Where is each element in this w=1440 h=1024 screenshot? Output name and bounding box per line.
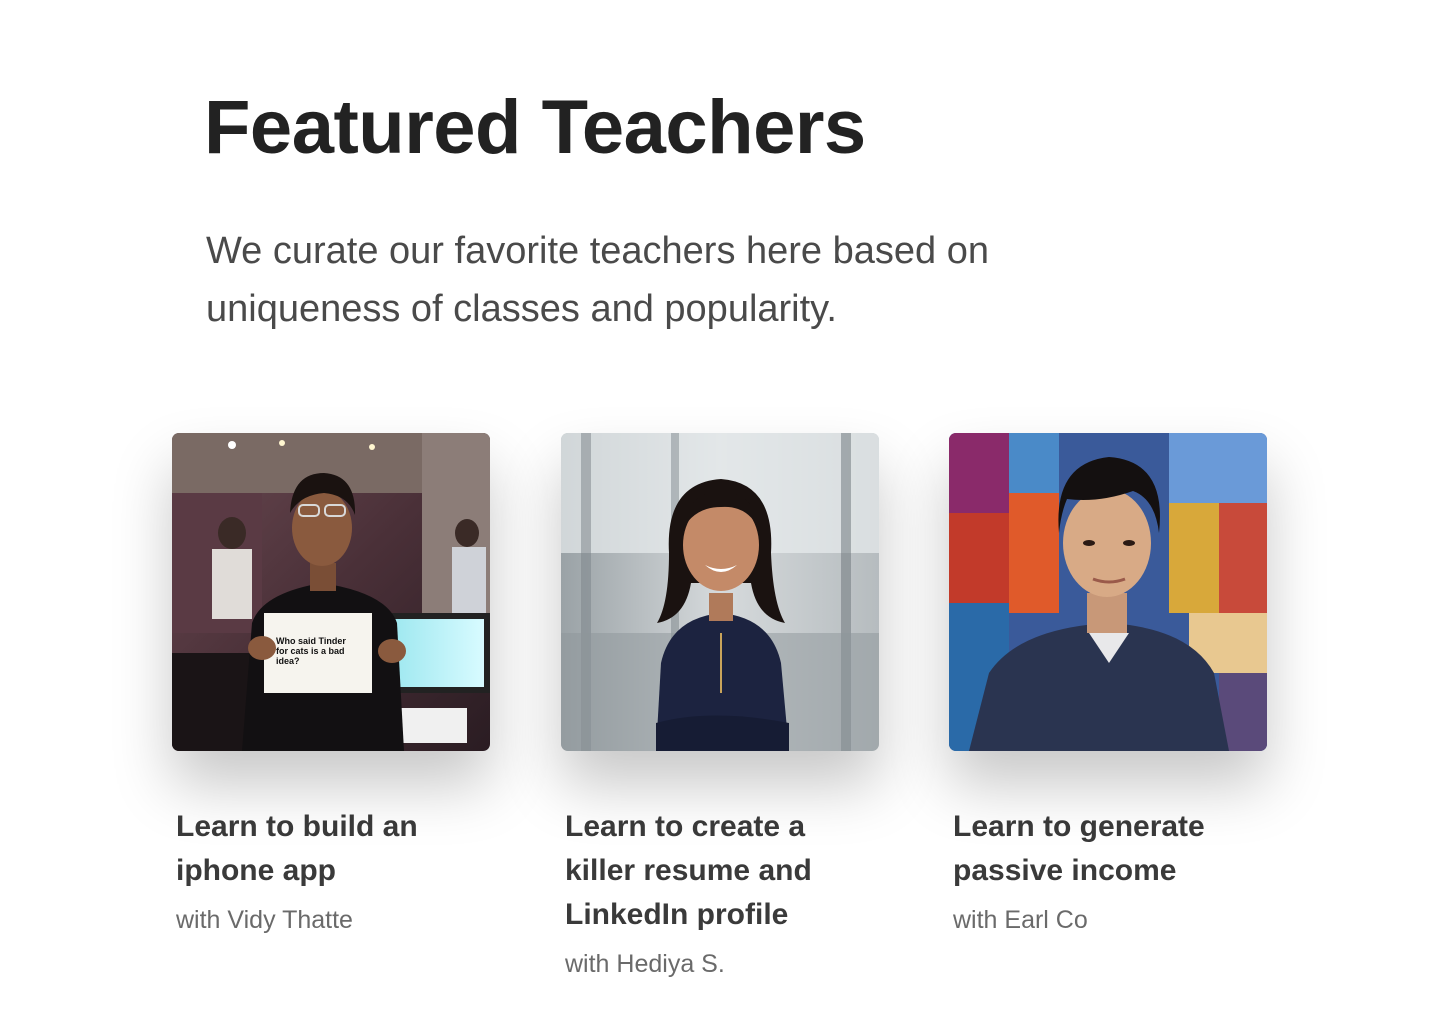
featured-teachers-section: Featured Teachers We curate our favorite… bbox=[0, 0, 1440, 1024]
teacher-name: with Vidy Thatte bbox=[176, 906, 353, 934]
teacher-name: with Hediya S. bbox=[565, 950, 725, 978]
course-title[interactable]: Learn to create a killer resume and Link… bbox=[565, 805, 879, 937]
teacher-name: with Earl Co bbox=[953, 906, 1088, 934]
teacher-photo-earl[interactable] bbox=[949, 433, 1267, 751]
description-line-2: uniqueness of classes and popularity. bbox=[206, 288, 837, 330]
sign-line-3: idea? bbox=[276, 656, 300, 666]
teacher-photo-image bbox=[949, 433, 1267, 751]
sign-line-1: Who said Tinder bbox=[276, 636, 346, 646]
teacher-photo-image bbox=[561, 433, 879, 751]
teacher-photo-image: Who said Tinder for cats is a bad idea? bbox=[172, 433, 490, 751]
page-title: Featured Teachers bbox=[204, 85, 866, 170]
teacher-card-earl[interactable]: Learn to generate passive income with Ea… bbox=[949, 433, 1267, 937]
course-title[interactable]: Learn to build an iphone app bbox=[176, 805, 490, 893]
teacher-card-vidy[interactable]: Who said Tinder for cats is a bad idea? … bbox=[172, 433, 490, 937]
section-description: We curate our favorite teachers here bas… bbox=[206, 222, 1066, 338]
course-title[interactable]: Learn to generate passive income bbox=[953, 805, 1267, 893]
description-line-1: We curate our favorite teachers here bas… bbox=[206, 230, 989, 272]
teacher-photo-hediya[interactable] bbox=[561, 433, 879, 751]
sign-line-2: for cats is a bad bbox=[276, 646, 345, 656]
teacher-photo-vidy[interactable]: Who said Tinder for cats is a bad idea? bbox=[172, 433, 490, 751]
teacher-card-hediya[interactable]: Learn to create a killer resume and Link… bbox=[561, 433, 879, 981]
